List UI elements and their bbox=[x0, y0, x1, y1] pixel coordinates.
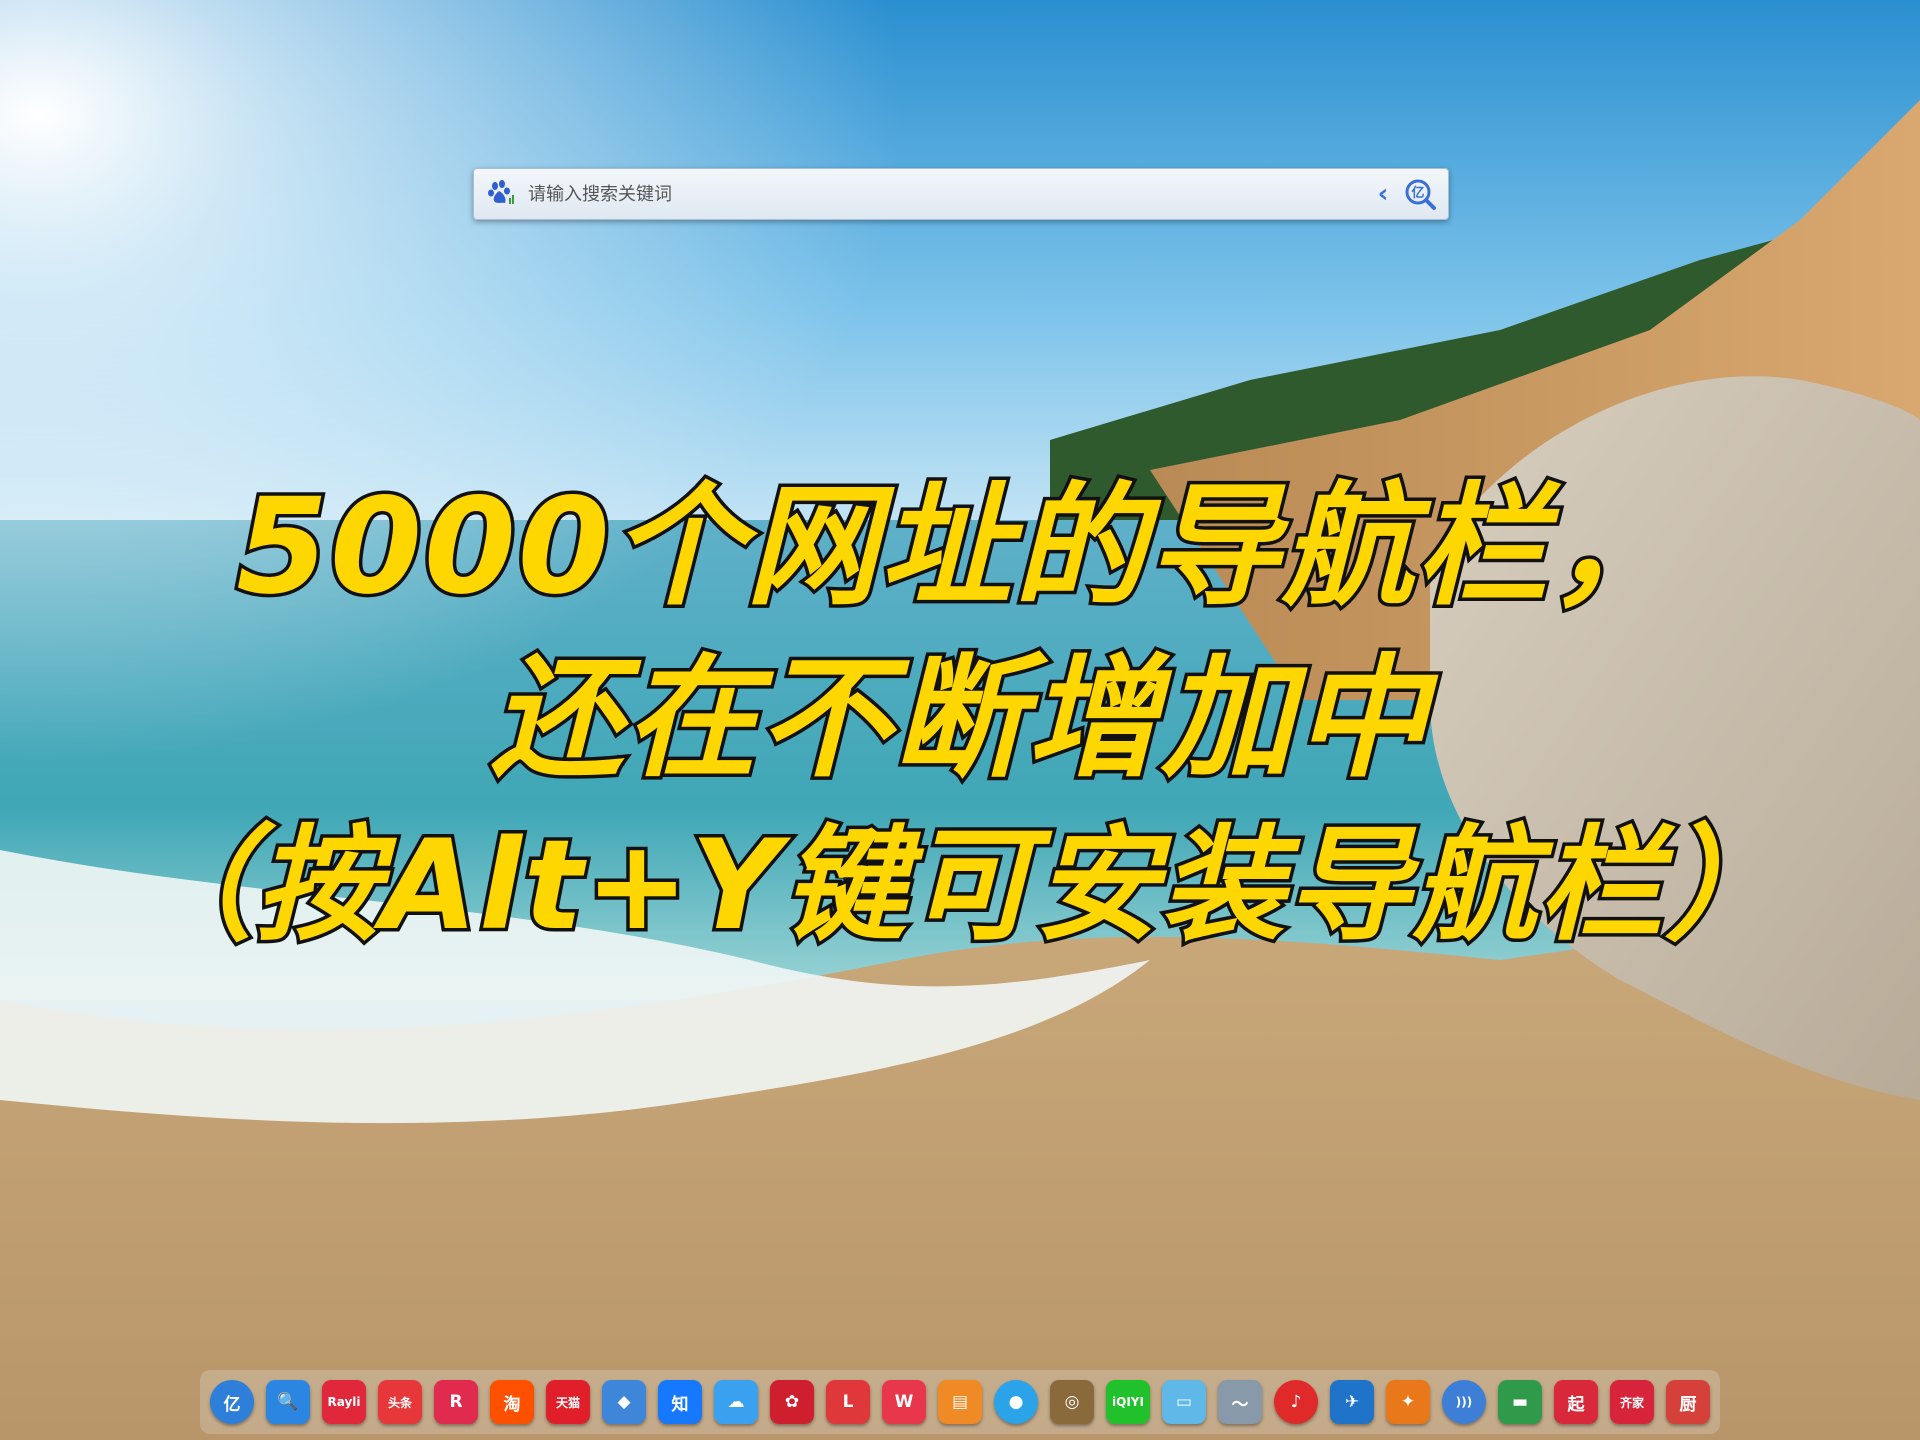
toutiao-icon[interactable]: 头条 bbox=[378, 1380, 422, 1424]
r-app-icon[interactable]: R bbox=[434, 1380, 478, 1424]
search-go-button[interactable]: 亿 bbox=[1398, 174, 1442, 214]
baidu-netdisk-icon[interactable]: ☁ bbox=[714, 1380, 758, 1424]
badge-app-icon[interactable]: ✦ bbox=[1386, 1380, 1430, 1424]
l-app-icon[interactable]: L bbox=[826, 1380, 870, 1424]
rss-icon[interactable]: ))) bbox=[1442, 1380, 1486, 1424]
qq-icon[interactable]: ● bbox=[994, 1380, 1038, 1424]
wps-icon[interactable]: W bbox=[882, 1380, 926, 1424]
qijia-icon[interactable]: 齐家 bbox=[1610, 1380, 1654, 1424]
flag-app-icon[interactable]: ▤ bbox=[938, 1380, 982, 1424]
tmall-icon[interactable]: 天猫 bbox=[546, 1380, 590, 1424]
yi-nav-icon[interactable]: 亿 bbox=[210, 1380, 254, 1424]
yi-search-icon: 亿 bbox=[1405, 179, 1436, 210]
bird-app-icon[interactable]: ✈ bbox=[1330, 1380, 1374, 1424]
app-dock: 亿 🔍 Rayli 头条 R 淘天猫 ◆ 知 ☁ ✿ L W ▤ ● ◎ iQIYI ▭ 〜 ♪ ✈ ✦))) ▬ 起齐家厨 bbox=[200, 1370, 1720, 1434]
search-engine-selector[interactable] bbox=[478, 174, 526, 214]
chat-app-icon[interactable]: ▭ bbox=[1162, 1380, 1206, 1424]
search-input[interactable] bbox=[526, 173, 1368, 215]
baidu-paw-icon bbox=[488, 180, 514, 204]
svg-text:亿: 亿 bbox=[1411, 185, 1424, 201]
cube-app-icon[interactable]: ◆ bbox=[602, 1380, 646, 1424]
taobao-icon[interactable]: 淘 bbox=[490, 1380, 534, 1424]
green-app-icon[interactable]: ▬ bbox=[1498, 1380, 1542, 1424]
chevron-left-icon[interactable]: ‹ bbox=[1368, 179, 1398, 209]
caption-line-3: （按Alt+Y键可安装导航栏） bbox=[126, 811, 1792, 962]
search-bar: ‹ 亿 bbox=[473, 168, 1449, 220]
iqiyi-icon[interactable]: iQIYI bbox=[1106, 1380, 1150, 1424]
qidian-icon[interactable]: 起 bbox=[1554, 1380, 1598, 1424]
huawei-icon[interactable]: ✿ bbox=[770, 1380, 814, 1424]
netease-music-icon[interactable]: ♪ bbox=[1274, 1380, 1318, 1424]
zhihu-icon[interactable]: 知 bbox=[658, 1380, 702, 1424]
dolphin-app-icon[interactable]: 〜 bbox=[1218, 1380, 1262, 1424]
rayli-icon[interactable]: Rayli bbox=[322, 1380, 366, 1424]
caption-line-1: 5000个网址的导航栏， bbox=[233, 467, 1685, 628]
search-icon[interactable]: 🔍 bbox=[266, 1380, 310, 1424]
game-app-icon[interactable]: ◎ bbox=[1050, 1380, 1094, 1424]
chef-app-icon[interactable]: 厨 bbox=[1666, 1380, 1710, 1424]
caption-line-2: 还在不断增加中 bbox=[488, 639, 1431, 800]
